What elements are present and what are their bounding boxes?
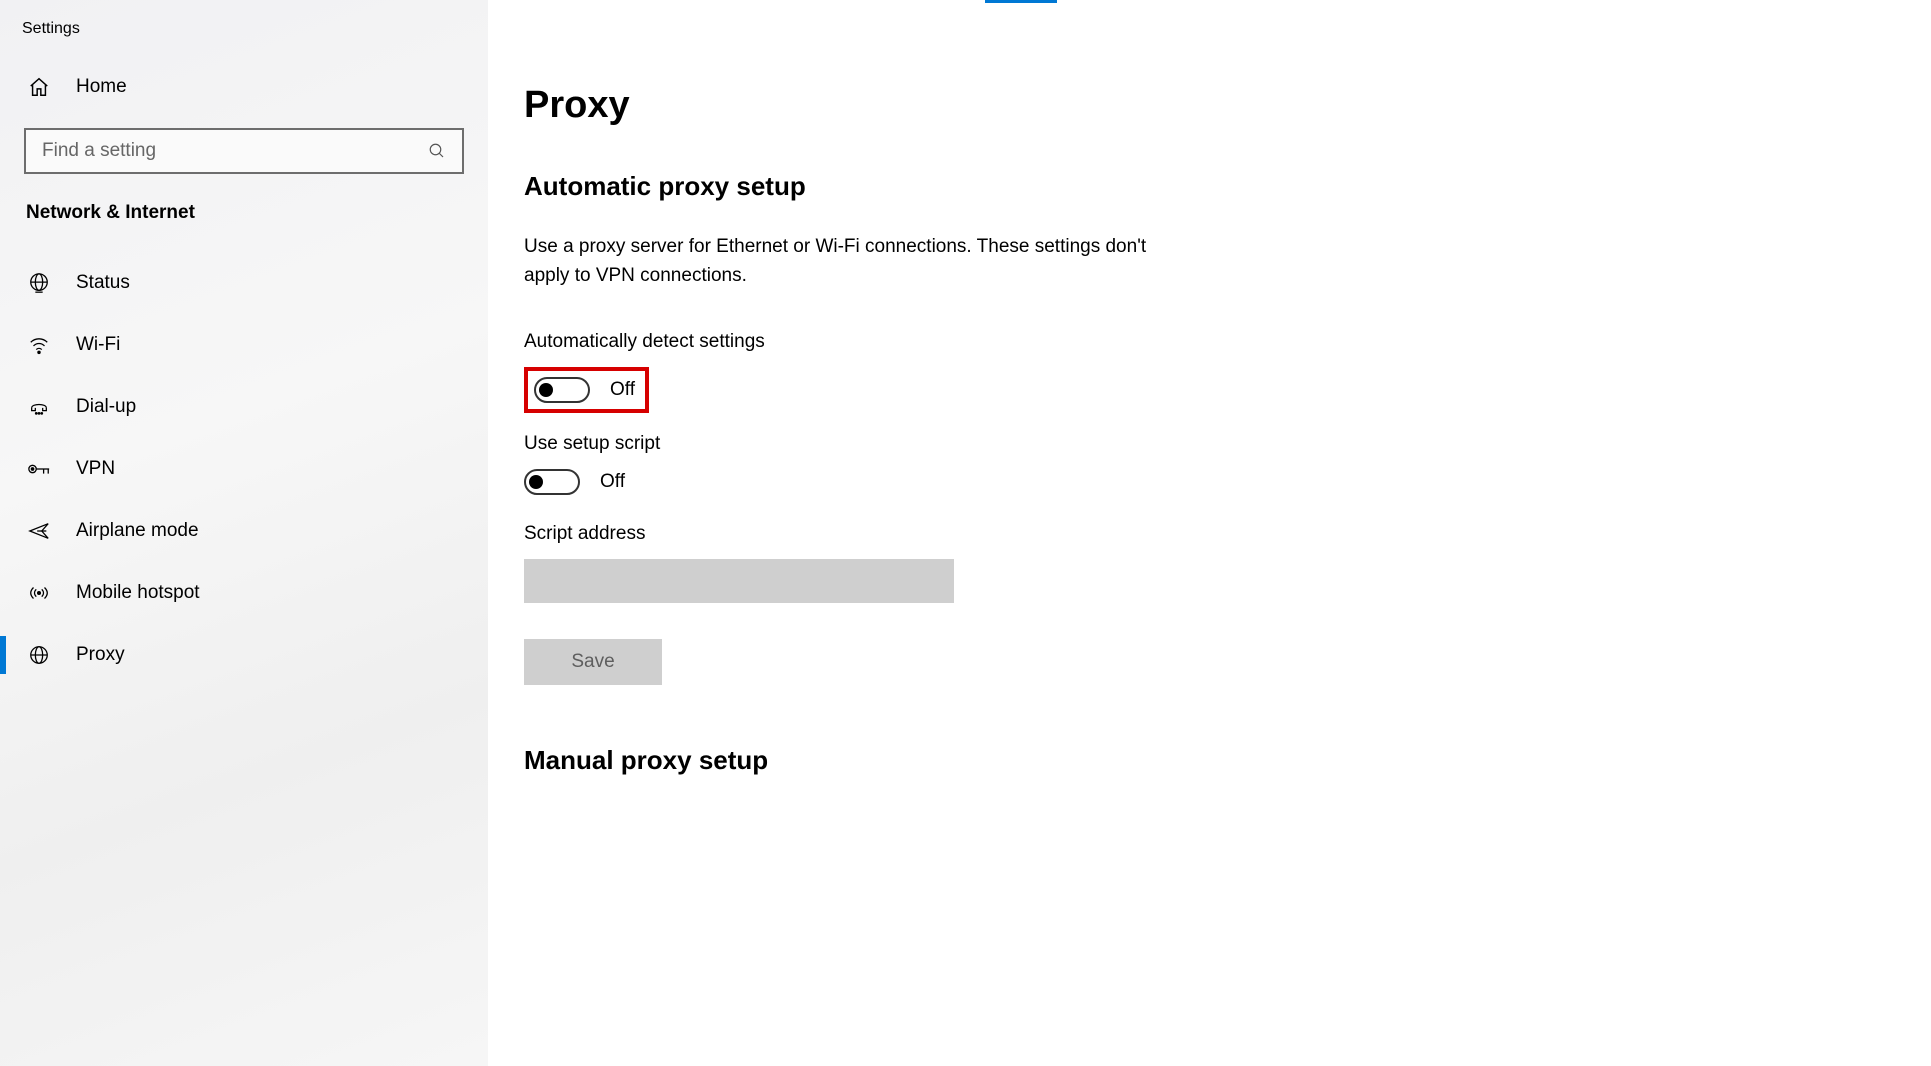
sidebar-item-wifi[interactable]: Wi-Fi: [0, 314, 488, 376]
script-address-label: Script address: [524, 523, 1891, 545]
section-auto-description: Use a proxy server for Ethernet or Wi-Fi…: [524, 232, 1164, 291]
sidebar-item-vpn[interactable]: VPN: [0, 438, 488, 500]
auto-detect-highlight: Off: [524, 367, 649, 413]
auto-detect-state: Off: [610, 379, 635, 401]
sidebar-category: Network & Internet: [0, 202, 488, 252]
sidebar-item-label: VPN: [76, 458, 115, 480]
script-address-input: [524, 559, 954, 603]
auto-detect-toggle[interactable]: [534, 377, 590, 403]
vpn-icon: [26, 458, 52, 480]
sidebar-item-dialup[interactable]: Dial-up: [0, 376, 488, 438]
sidebar-item-hotspot[interactable]: Mobile hotspot: [0, 562, 488, 624]
search-icon: [428, 142, 446, 160]
sidebar-item-label: Proxy: [76, 644, 125, 666]
airplane-icon: [26, 520, 52, 542]
setup-script-label: Use setup script: [524, 433, 1891, 455]
setup-script-state: Off: [600, 471, 625, 493]
wifi-icon: [26, 334, 52, 356]
sidebar-item-status[interactable]: Status: [0, 252, 488, 314]
sidebar-item-label: Airplane mode: [76, 520, 199, 542]
sidebar-item-label: Dial-up: [76, 396, 136, 418]
home-label: Home: [76, 76, 127, 98]
proxy-icon: [26, 644, 52, 666]
search-input[interactable]: Find a setting: [24, 128, 464, 174]
sidebar-item-label: Wi-Fi: [76, 334, 120, 356]
dialup-icon: [26, 396, 52, 418]
section-manual-heading: Manual proxy setup: [524, 745, 1891, 776]
auto-detect-label: Automatically detect settings: [524, 331, 1891, 353]
top-accent-bar: [985, 0, 1057, 3]
sidebar-item-label: Mobile hotspot: [76, 582, 200, 604]
save-button: Save: [524, 639, 662, 685]
sidebar-item-label: Status: [76, 272, 130, 294]
app-title: Settings: [0, 14, 488, 62]
hotspot-icon: [26, 582, 52, 604]
page-title: Proxy: [524, 84, 1891, 127]
sidebar: Settings Home Find a setting Network & I…: [0, 0, 488, 1066]
sidebar-item-home[interactable]: Home: [0, 62, 488, 112]
sidebar-item-airplane[interactable]: Airplane mode: [0, 500, 488, 562]
main-content: Proxy Automatic proxy setup Use a proxy …: [488, 0, 1931, 1066]
section-auto-heading: Automatic proxy setup: [524, 171, 1891, 202]
home-icon: [26, 76, 52, 98]
sidebar-item-proxy[interactable]: Proxy: [0, 624, 488, 686]
search-placeholder: Find a setting: [42, 140, 156, 162]
globe-icon: [26, 272, 52, 294]
setup-script-toggle[interactable]: [524, 469, 580, 495]
